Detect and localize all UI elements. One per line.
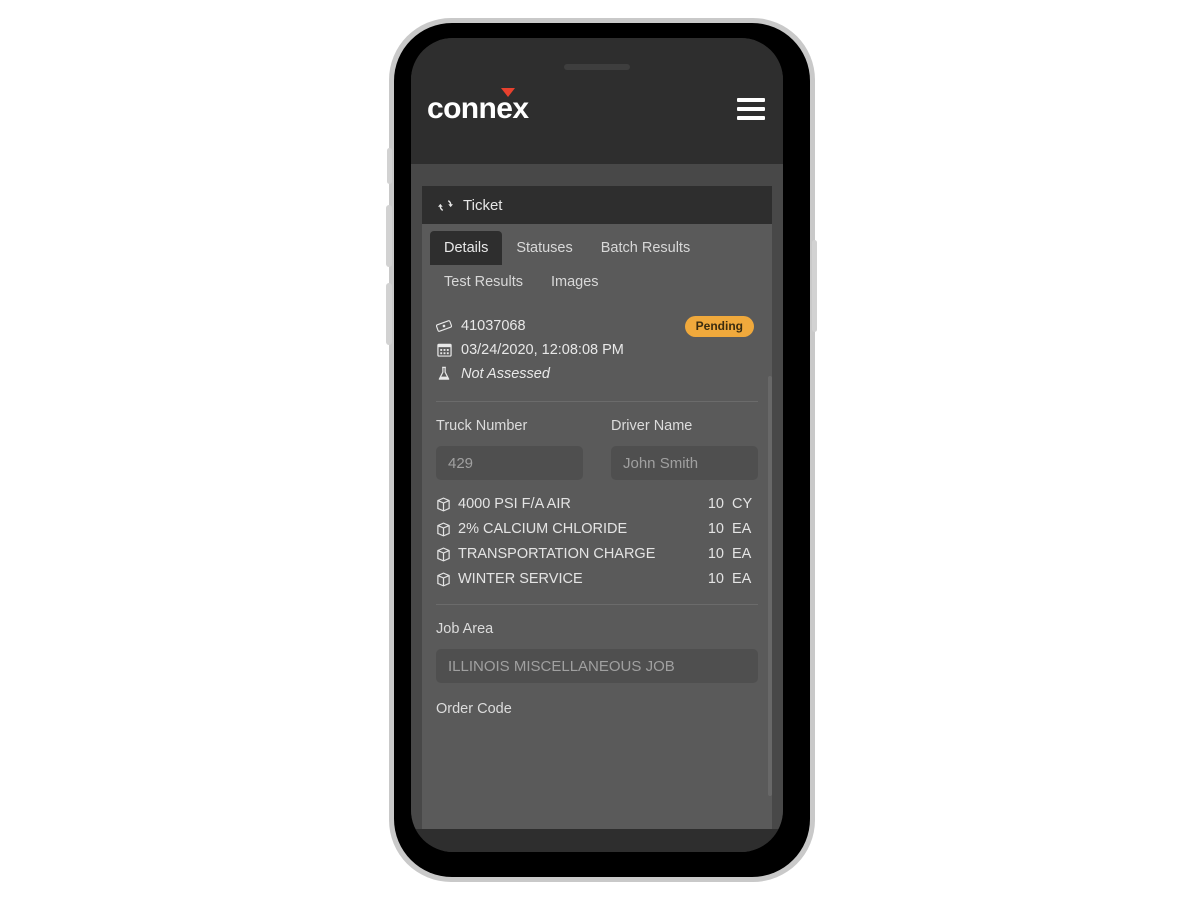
hamburger-bar-2	[737, 107, 765, 111]
card-title: Ticket	[463, 196, 503, 214]
phone-frame: connex Ticket Details Statuses Batch Res…	[389, 18, 815, 882]
app-header: connex	[411, 38, 783, 164]
line-item-quantity: 10	[707, 546, 724, 562]
ticket-date-row: 03/24/2020, 12:08:08 PM	[436, 339, 758, 360]
phone-power-button[interactable]	[812, 240, 817, 332]
truck-number-group: Truck Number	[436, 418, 583, 480]
card-header: Ticket	[422, 186, 772, 224]
hamburger-bar-1	[737, 98, 765, 102]
logo-accent-triangle-icon	[501, 88, 516, 97]
line-item-uom: CY	[732, 496, 753, 512]
line-item-uom: EA	[732, 546, 752, 562]
line-item-description: WINTER SERVICE	[458, 571, 583, 587]
tab-strip: Details Statuses Batch Results Test Resu…	[422, 224, 772, 299]
line-item-uom: EA	[732, 571, 752, 587]
truck-driver-row: Truck Number Driver Name	[436, 402, 758, 480]
app-body: Ticket Details Statuses Batch Results Te…	[411, 164, 783, 831]
line-item-description: 2% CALCIUM CHLORIDE	[458, 521, 628, 537]
refresh-icon[interactable]	[438, 198, 453, 213]
calendar-icon	[436, 342, 452, 357]
screenshot-canvas: connex Ticket Details Statuses Batch Res…	[0, 0, 1200, 900]
hamburger-menu-icon[interactable]	[737, 98, 765, 120]
job-area-group: Job Area	[436, 605, 758, 683]
card-scrollbar[interactable]	[768, 376, 772, 796]
line-item-quantity: 10	[707, 571, 724, 587]
ticket-card: Ticket Details Statuses Batch Results Te…	[422, 186, 772, 831]
phone-volume-up-button[interactable]	[386, 205, 392, 267]
tab-batch-results[interactable]: Batch Results	[587, 231, 704, 265]
box-icon	[436, 569, 458, 592]
ticket-number: 41037068	[461, 317, 526, 334]
ticket-icon	[436, 319, 452, 333]
job-area-label: Job Area	[436, 621, 494, 637]
tab-test-results[interactable]: Test Results	[430, 265, 537, 299]
phone-volume-down-button[interactable]	[386, 283, 392, 345]
app-logo[interactable]: connex	[427, 78, 529, 125]
tab-panel-details: 41037068 03/24/2020, 12:08:08 PM Not Ass…	[422, 299, 772, 717]
ticket-meta: 41037068 03/24/2020, 12:08:08 PM Not Ass…	[436, 299, 758, 402]
hamburger-bar-3	[737, 116, 765, 120]
order-code-label: Order Code	[436, 701, 512, 717]
app-footer	[411, 829, 783, 852]
speaker-grille	[564, 64, 630, 70]
job-area-input[interactable]	[436, 649, 758, 683]
ticket-datetime: 03/24/2020, 12:08:08 PM	[461, 341, 624, 358]
driver-name-group: Driver Name	[611, 418, 758, 480]
flask-icon	[436, 366, 452, 381]
line-item: WINTER SERVICE 10 EA	[436, 569, 758, 592]
box-icon	[436, 519, 458, 542]
phone-screen: connex Ticket Details Statuses Batch Res…	[411, 38, 783, 852]
tab-images[interactable]: Images	[537, 265, 613, 299]
ticket-assessment: Not Assessed	[461, 365, 550, 382]
line-item-quantity: 10	[707, 521, 724, 537]
line-item: 4000 PSI F/A AIR 10 CY	[436, 494, 758, 517]
status-badge: Pending	[684, 316, 754, 338]
tab-statuses[interactable]: Statuses	[502, 231, 586, 265]
line-item: TRANSPORTATION CHARGE 10 EA	[436, 544, 758, 567]
line-items-list: 4000 PSI F/A AIR 10 CY 2% CALCIUM CHLORI…	[436, 480, 758, 605]
tab-details[interactable]: Details	[430, 231, 503, 265]
box-icon	[436, 494, 458, 517]
truck-number-input[interactable]	[436, 446, 583, 480]
phone-mute-button[interactable]	[387, 148, 392, 184]
line-item-description: TRANSPORTATION CHARGE	[458, 546, 656, 562]
line-item-quantity: 10	[707, 496, 724, 512]
app-logo-text: connex	[427, 92, 529, 125]
line-item-uom: EA	[732, 521, 752, 537]
box-icon	[436, 544, 458, 567]
truck-number-label: Truck Number	[436, 418, 528, 434]
line-item-description: 4000 PSI F/A AIR	[458, 496, 571, 512]
line-item: 2% CALCIUM CHLORIDE 10 EA	[436, 519, 758, 542]
order-code-group: Order Code	[436, 683, 758, 717]
driver-name-input[interactable]	[611, 446, 758, 480]
driver-name-label: Driver Name	[611, 418, 693, 434]
ticket-assessment-row: Not Assessed	[436, 363, 758, 384]
